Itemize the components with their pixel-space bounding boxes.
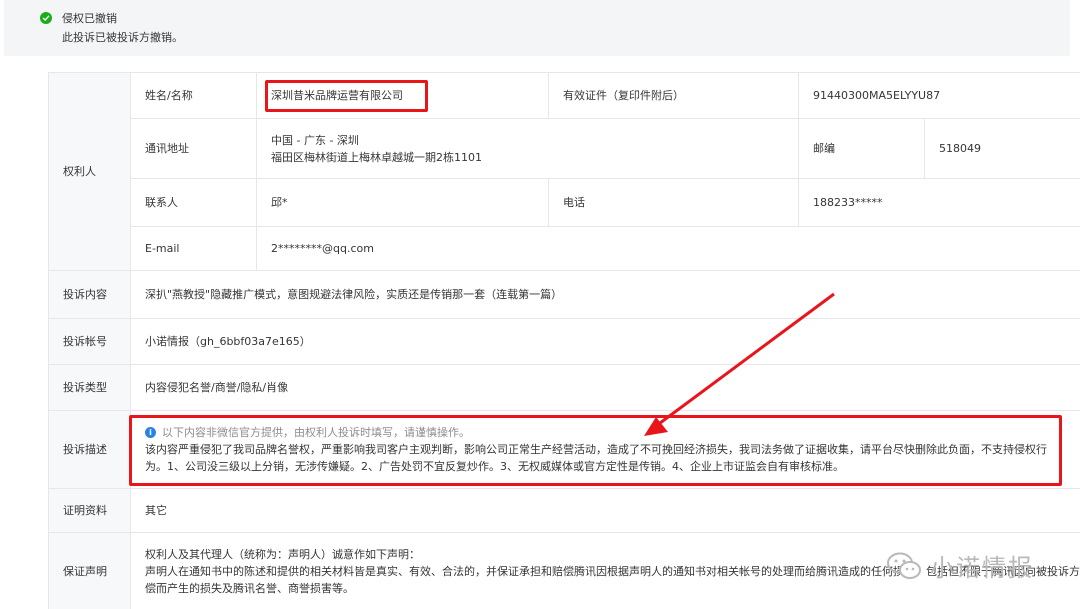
postcode-value: 518049	[925, 119, 1080, 179]
name-label: 姓名/名称	[131, 73, 257, 119]
watermark-text: 小诺情报	[930, 554, 1034, 582]
phone-label: 电话	[549, 179, 799, 227]
rights-holder-label-text: 权利人	[63, 165, 96, 178]
content-value: 深扒"燕教授"隐藏推广模式，意图规避法律风险，实质还是传销那一套（连载第一篇）	[131, 271, 1080, 319]
description-label-text: 投诉描述	[63, 443, 107, 456]
complaint-detail-table: 权利人 姓名/名称 深圳昔米品牌运营有限公司 有效证件（复印件附后） 91440…	[48, 72, 1080, 609]
guarantee-line-3: 偿而产生的损失及腾讯名誉、商誉损害等。	[145, 581, 354, 595]
red-arrow-icon	[644, 292, 835, 436]
account-label-text: 投诉帐号	[63, 335, 107, 348]
address-line-1: 中国 - 广东 - 深圳	[271, 133, 359, 147]
account-label: 投诉帐号	[49, 319, 131, 365]
cert-label: 有效证件（复印件附后）	[549, 73, 799, 119]
address-line-2: 福田区梅林街道上梅林卓越城一期2栋1101	[271, 150, 482, 164]
proof-label: 证明资料	[49, 489, 131, 533]
address-value: 中国 - 广东 - 深圳 福田区梅林街道上梅林卓越城一期2栋1101	[257, 119, 799, 179]
postcode-value-text: 518049	[939, 142, 981, 155]
email-label: E-mail	[131, 227, 257, 271]
contact-label: 联系人	[131, 179, 257, 227]
type-label-text: 投诉类型	[63, 381, 107, 394]
wechat-logo-icon	[887, 552, 921, 579]
proof-label-text: 证明资料	[63, 504, 107, 517]
postcode-label-text: 邮编	[813, 142, 835, 155]
proof-value: 其它	[131, 489, 1080, 533]
type-value: 内容侵犯名誉/商誉/隐私/肖像	[131, 365, 1080, 411]
watermark: 小诺情报	[886, 548, 1034, 583]
account-value-text: 小诺情报（gh_6bbf03a7e165）	[145, 335, 311, 348]
status-title: 侵权已撤销	[62, 12, 117, 25]
contact-label-text: 联系人	[145, 196, 178, 209]
name-label-text: 姓名/名称	[145, 89, 193, 102]
content-value-text: 深扒"燕教授"隐藏推广模式，意图规避法律风险，实质还是传销那一套（连载第一篇）	[145, 288, 563, 301]
cert-value: 91440300MA5ELYYU87	[799, 73, 1080, 119]
address-label-text: 通讯地址	[145, 142, 189, 155]
type-value-text: 内容侵犯名誉/商誉/隐私/肖像	[145, 381, 289, 394]
cert-value-text: 91440300MA5ELYYU87	[813, 89, 941, 102]
cert-label-text: 有效证件（复印件附后）	[563, 89, 684, 102]
address-label: 通讯地址	[131, 119, 257, 179]
guarantee-label: 保证声明	[49, 533, 131, 609]
success-check-icon	[40, 12, 52, 24]
guarantee-line-1: 权利人及其代理人（统称为：声明人）诚意作如下声明：	[145, 547, 420, 561]
account-value: 小诺情报（gh_6bbf03a7e165）	[131, 319, 1080, 365]
status-banner: 侵权已撤销 此投诉已被投诉方撤销。	[4, 0, 1070, 56]
contact-value-text: 邱*	[271, 196, 288, 209]
description-highlight-box	[129, 415, 1062, 486]
content-label-text: 投诉内容	[63, 288, 107, 301]
name-highlight-box	[265, 80, 428, 112]
guarantee-label-text: 保证声明	[63, 564, 107, 578]
contact-value: 邱*	[257, 179, 549, 227]
description-label: 投诉描述	[49, 411, 131, 489]
email-value: 2********@qq.com	[257, 227, 1080, 271]
content-label: 投诉内容	[49, 271, 131, 319]
phone-value: 188233*****	[799, 179, 1080, 227]
rights-holder-label: 权利人	[49, 73, 131, 271]
email-label-text: E-mail	[145, 242, 180, 255]
status-description: 此投诉已被投诉方撤销。	[62, 31, 183, 44]
proof-value-text: 其它	[145, 504, 167, 517]
postcode-label: 邮编	[799, 119, 925, 179]
phone-label-text: 电话	[563, 196, 585, 209]
type-label: 投诉类型	[49, 365, 131, 411]
phone-value-text: 188233*****	[813, 196, 883, 209]
email-value-text: 2********@qq.com	[271, 242, 374, 255]
